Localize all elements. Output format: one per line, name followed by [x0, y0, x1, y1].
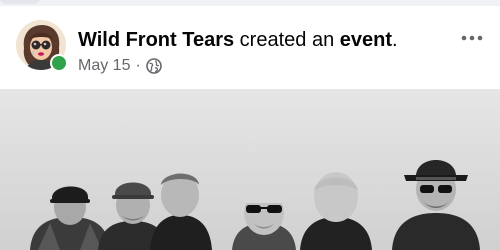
event-cover-photo[interactable]: [0, 89, 500, 250]
post-date-link[interactable]: May 15: [78, 56, 130, 76]
author-avatar[interactable]: [16, 20, 68, 72]
post-meta: May 15 ·: [78, 56, 450, 76]
post-title-line: Wild Front Tears created an event.: [78, 28, 450, 52]
more-horizontal-icon: [461, 35, 483, 41]
online-status-indicator: [50, 54, 68, 72]
title-punctuation: .: [392, 29, 398, 51]
action-text: created an: [234, 29, 340, 51]
post-header: Wild Front Tears created an event. May 1…: [78, 28, 450, 76]
band-photo: [0, 89, 500, 250]
more-options-button[interactable]: [458, 24, 486, 52]
event-link[interactable]: event: [340, 29, 392, 51]
globe-icon[interactable]: [145, 58, 162, 74]
author-name-link[interactable]: Wild Front Tears: [78, 29, 234, 51]
page: Wild Front Tears created an event. May 1…: [0, 0, 500, 250]
previous-post-edge: [0, 0, 40, 4]
meta-separator: ·: [135, 57, 141, 74]
post-card: Wild Front Tears created an event. May 1…: [0, 6, 500, 250]
